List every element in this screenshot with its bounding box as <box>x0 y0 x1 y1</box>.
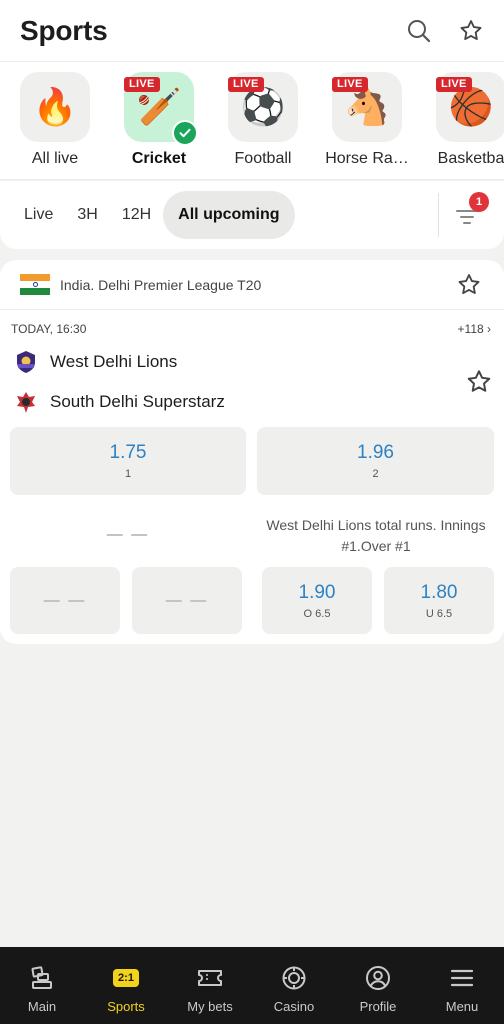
odds-value: 1.96 <box>357 442 394 463</box>
team-name: West Delhi Lions <box>50 352 178 371</box>
horse-icon: 🐴 <box>344 86 390 127</box>
sport-tile: LIVE ⚽ <box>228 72 298 142</box>
page-title: Sports <box>20 14 108 46</box>
odds-value: 1.90 <box>298 581 336 603</box>
nav-label: Sports <box>107 999 145 1014</box>
odds-placeholder: — — <box>43 591 87 609</box>
event-card: India. Delhi Premier League T20 TODAY, 1… <box>0 260 504 644</box>
live-badge: LIVE <box>332 77 368 92</box>
filter-count-badge: 1 <box>469 192 489 212</box>
sport-label: Horse Ra… <box>325 150 409 167</box>
odds-button-disabled: — — <box>10 567 120 634</box>
nav-label: Menu <box>445 999 479 1014</box>
star-icon <box>458 274 480 295</box>
live-badge: LIVE <box>228 77 264 92</box>
odds-button-team2[interactable]: 1.96 2 <box>257 427 494 495</box>
sport-tile: LIVE 🏏 <box>124 72 198 146</box>
favorites-button[interactable] <box>456 16 486 46</box>
sport-tile: 🔥 <box>20 72 90 142</box>
sport-label: Football <box>234 150 292 167</box>
time-filter-bar: Live 3H 12H All upcoming <box>0 181 504 249</box>
odds-value: 1.80 <box>420 581 458 603</box>
nav-item-my-bets[interactable]: My bets <box>168 947 252 1024</box>
sport-item-all-live[interactable]: 🔥 All live <box>2 72 108 168</box>
league-name: India. Delhi Premier League T20 <box>60 276 262 293</box>
filter-chip-12h[interactable]: 12H <box>110 191 163 239</box>
india-flag-icon <box>20 273 50 296</box>
header-actions <box>404 16 486 46</box>
sport-tile: LIVE 🏀 <box>436 72 504 142</box>
nav-label: My bets <box>187 999 233 1014</box>
ticket-icon <box>196 964 224 992</box>
filter-chip-3h[interactable]: 3H <box>65 191 109 239</box>
check-icon <box>172 120 198 146</box>
nav-label: Casino <box>273 999 315 1014</box>
team-name: South Delhi Superstarz <box>50 392 225 411</box>
odds-button-over[interactable]: 1.90 O 6.5 <box>262 567 372 634</box>
search-button[interactable] <box>404 16 434 46</box>
odds-placeholder: — — <box>165 591 209 609</box>
live-badge: LIVE <box>124 77 160 92</box>
league-header[interactable]: India. Delhi Premier League T20 <box>0 260 504 310</box>
odds-button-team1[interactable]: 1.75 1 <box>10 427 246 495</box>
odds-label: O 6.5 <box>303 607 331 620</box>
event-time-row: TODAY, 16:30 +118 › <box>11 322 491 336</box>
odds-label: 2 <box>372 468 379 480</box>
top-header: Sports <box>0 0 504 62</box>
main-icon <box>28 964 56 992</box>
filter-chip-live[interactable]: Live <box>12 191 65 239</box>
filter-chip-all-upcoming[interactable]: All upcoming <box>163 191 295 239</box>
team-logo-icon <box>12 388 40 416</box>
nav-item-profile[interactable]: Profile <box>336 947 420 1024</box>
football-icon: ⚽ <box>240 86 286 127</box>
cricket-icon: 🏏 <box>136 86 182 127</box>
event-time: TODAY, 16:30 <box>11 322 87 336</box>
fire-icon: 🔥 <box>32 86 78 127</box>
hamburger-icon <box>448 964 476 992</box>
team-logo-icon <box>12 348 40 376</box>
star-icon <box>460 19 482 40</box>
market-title: West Delhi Lions total runs. Innings #1.… <box>266 517 486 554</box>
sport-item-football[interactable]: LIVE ⚽ Football <box>210 72 316 168</box>
odds-label: U 6.5 <box>425 607 453 620</box>
live-badge: LIVE <box>436 77 472 92</box>
divider <box>438 193 439 237</box>
casino-chip-icon <box>280 964 308 992</box>
nav-item-casino[interactable]: Casino <box>252 947 336 1024</box>
star-icon <box>467 370 491 392</box>
profile-icon <box>364 964 392 992</box>
sport-label: Basketba <box>437 150 504 167</box>
match-favorite-button[interactable] <box>465 368 493 401</box>
market-placeholder: — — <box>106 526 150 543</box>
bottom-nav: Main 2:1 Sports My bets Casino Profile M… <box>0 947 504 1024</box>
odds-button-disabled: — — <box>132 567 242 634</box>
score-icon: 2:1 <box>112 964 140 992</box>
search-icon <box>408 19 431 42</box>
team-row-1[interactable]: West Delhi Lions <box>12 348 177 376</box>
nav-item-sports[interactable]: 2:1 Sports <box>84 947 168 1024</box>
sport-label: All live <box>31 150 79 167</box>
sport-item-horse-racing[interactable]: LIVE 🐴 Horse Ra… <box>314 72 420 168</box>
nav-item-main[interactable]: Main <box>0 947 84 1024</box>
nav-label: Profile <box>359 999 397 1014</box>
odds-value: 1.75 <box>109 442 147 463</box>
sport-tile: LIVE 🐴 <box>332 72 402 142</box>
league-favorite-button[interactable] <box>456 272 482 303</box>
nav-label: Main <box>27 999 57 1014</box>
more-markets-link[interactable]: +118 › <box>458 322 491 336</box>
sport-item-cricket[interactable]: LIVE 🏏 Cricket <box>106 72 212 168</box>
sport-item-basketball[interactable]: LIVE 🏀 Basketba <box>418 72 504 168</box>
odds-button-under[interactable]: 1.80 U 6.5 <box>384 567 494 634</box>
sport-label: Cricket <box>131 150 187 167</box>
nav-item-menu[interactable]: Menu <box>420 947 504 1024</box>
team-row-2[interactable]: South Delhi Superstarz <box>12 388 225 416</box>
sports-carousel[interactable]: 🔥 All live LIVE 🏏 Cricket LIVE ⚽ Footbal… <box>0 62 504 180</box>
basketball-icon: 🏀 <box>448 86 494 127</box>
odds-label: 1 <box>124 468 132 480</box>
